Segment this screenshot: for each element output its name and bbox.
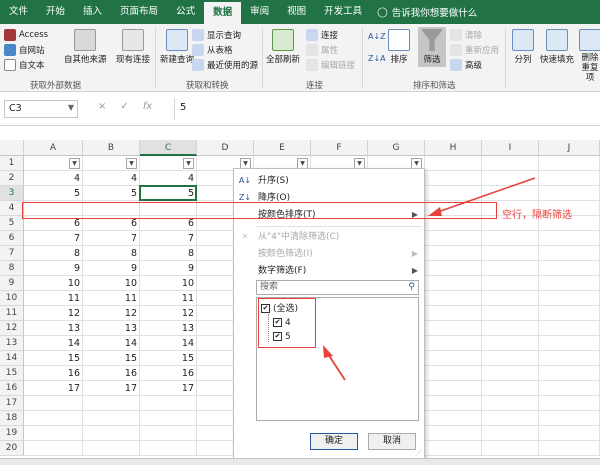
sheet-tab-bar [0,458,600,465]
arrow-to-empty-row [428,177,536,216]
arrow-to-filter-items [323,345,346,381]
annotation-arrows [323,177,536,381]
